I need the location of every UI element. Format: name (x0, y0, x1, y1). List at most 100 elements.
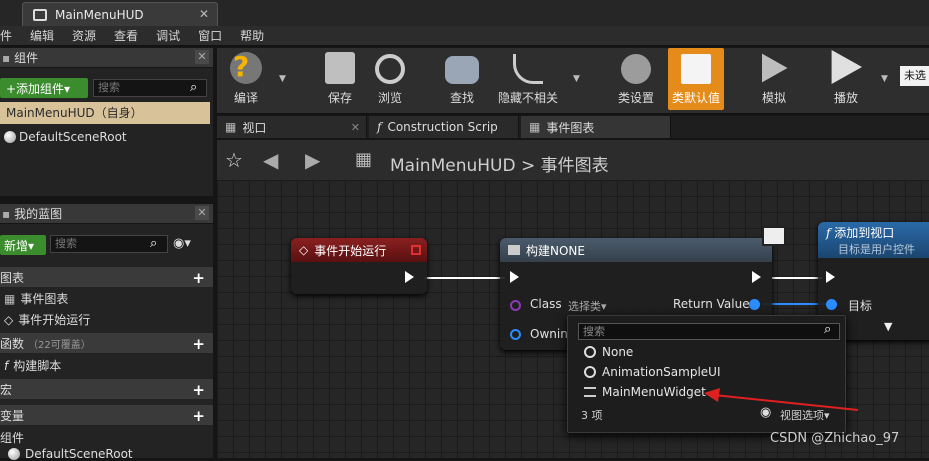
tab-construction-script[interactable]: f Construction Scrip (369, 116, 519, 138)
simulate-icon (762, 53, 788, 83)
binoculars-icon (445, 56, 479, 84)
exec-wire (425, 277, 505, 279)
class-select[interactable]: 选择类▾ (568, 298, 607, 314)
function-icon: f (377, 120, 382, 134)
browse-icon (375, 54, 405, 84)
item-label: 事件图表 (20, 292, 69, 306)
node-title-text: 添加到视口 (834, 226, 895, 240)
class-pin-icon[interactable] (510, 300, 521, 311)
window-tab[interactable]: MainMenuHUD ✕ (22, 2, 218, 26)
menu-edit[interactable]: 编辑 (21, 27, 63, 44)
components-subcategory[interactable]: 组件 (0, 429, 24, 446)
event-graph-item[interactable]: ▦ 事件图表 (4, 290, 68, 307)
toolbar: ? 编译 ▼ 保存 浏览 查找 隐藏不相关 ▼ 类设置 类默认值 模拟 播放 ▼ (217, 48, 929, 114)
star-icon[interactable]: ☆ (225, 148, 243, 172)
search-icon: ⌕ (824, 322, 832, 337)
save-button[interactable]: 保存 (317, 48, 363, 110)
category-graphs[interactable]: 图表 + (0, 267, 213, 287)
add-icon[interactable]: + (192, 269, 205, 287)
components-header: ▪ 组件 (0, 48, 213, 68)
category-macros[interactable]: 宏 + (0, 379, 213, 399)
target-pin-icon[interactable] (826, 299, 837, 310)
menu-asset[interactable]: 资源 (63, 27, 105, 44)
graph-icon: ▦ (355, 149, 373, 170)
chevron-down-icon[interactable]: ▼ (573, 74, 580, 84)
document-tabs: ▦ 视口 ✕ f Construction Scrip ▦ 事件图表 (217, 116, 929, 138)
my-blueprint-title: 我的蓝图 (14, 207, 63, 221)
scene-root-icon (8, 448, 20, 460)
checklist-icon (681, 54, 711, 84)
debug-object-select[interactable]: 未选 (900, 66, 929, 86)
owning-pin-icon[interactable] (510, 329, 521, 340)
menu-file[interactable]: 件 (0, 27, 21, 44)
class-settings-button[interactable]: 类设置 (611, 48, 661, 110)
menu-window[interactable]: 窗口 (189, 27, 231, 44)
self-component-row[interactable]: MainMenuHUD（自身） (0, 102, 210, 124)
simulate-button[interactable]: 模拟 (751, 48, 797, 110)
exec-out-pin[interactable] (752, 271, 761, 283)
blueprint-icon: ▪ (2, 206, 11, 221)
item-count: 3 项 (581, 409, 603, 422)
exec-out-pin[interactable] (405, 271, 414, 283)
category-functions[interactable]: 函数 （22可覆盖） + (0, 333, 213, 353)
item-label: DefaultSceneRoot (25, 447, 133, 461)
save-label: 保存 (327, 91, 352, 105)
return-pin-icon[interactable] (749, 299, 760, 310)
scene-root-icon (4, 131, 16, 143)
breadcrumb-root[interactable]: MainMenuHUD (390, 156, 516, 176)
menu-bar: 件 编辑 资源 查看 调试 窗口 帮助 (0, 26, 929, 46)
forward-arrow-icon[interactable]: ▶ (305, 148, 320, 172)
eye-icon[interactable]: ◉▾ (173, 236, 191, 251)
tab-label: 事件图表 (546, 120, 595, 135)
chevron-down-icon[interactable]: ▼ (279, 74, 286, 84)
tab-event-graph[interactable]: ▦ 事件图表 (521, 116, 671, 138)
class-defaults-button[interactable]: 类默认值 (668, 48, 724, 110)
class-search-input[interactable]: 搜索 (578, 323, 840, 340)
class-option-main-menu-widget[interactable]: MainMenuWidget (584, 385, 706, 399)
category-label: 函数 (0, 336, 25, 351)
node-header: ◇ 事件开始运行 (291, 238, 427, 262)
category-label: 宏 (0, 382, 13, 397)
add-icon[interactable]: + (192, 381, 205, 399)
begin-play-node[interactable]: ◇ 事件开始运行 (291, 238, 427, 294)
component-tree-item[interactable]: DefaultSceneRoot (4, 130, 127, 144)
blueprint-icon (33, 8, 47, 21)
function-icon: f (4, 358, 9, 373)
close-icon[interactable]: ✕ (195, 50, 209, 64)
item-label: 事件开始运行 (18, 313, 91, 327)
new-button[interactable]: 新增▾ (0, 235, 46, 255)
delegate-pin-icon[interactable] (411, 245, 421, 255)
back-arrow-icon[interactable]: ◀ (263, 148, 278, 172)
add-icon[interactable]: + (192, 335, 205, 353)
menu-help[interactable]: 帮助 (231, 27, 273, 44)
add-component-button[interactable]: +添加组件▾ (0, 78, 88, 98)
class-option-none[interactable]: None (584, 345, 633, 359)
class-settings-label: 类设置 (617, 91, 654, 105)
menu-debug[interactable]: 调试 (147, 27, 189, 44)
category-variables[interactable]: 变量 + (0, 405, 213, 425)
close-icon[interactable]: ✕ (195, 206, 209, 220)
chevron-down-icon[interactable]: ▼ (881, 74, 888, 84)
find-button[interactable]: 查找 (439, 48, 485, 110)
class-option-animation-sample-ui[interactable]: AnimationSampleUI (584, 365, 721, 379)
class-pin-label: Class (530, 297, 562, 311)
begin-play-item[interactable]: ◇ 事件开始运行 (4, 311, 90, 328)
return-pin-label: Return Value (673, 297, 750, 311)
exec-in-pin[interactable] (826, 271, 835, 283)
window-tab-title: MainMenuHUD (55, 7, 144, 22)
tab-viewport[interactable]: ▦ 视口 ✕ (217, 116, 367, 138)
construct-script-item[interactable]: f 构建脚本 (4, 357, 61, 374)
close-icon[interactable]: ✕ (199, 7, 209, 21)
browse-button[interactable]: 浏览 (367, 48, 413, 110)
exec-in-pin[interactable] (510, 271, 519, 283)
close-icon[interactable]: ✕ (351, 121, 360, 134)
expand-arrow-icon[interactable]: ▼ (884, 320, 892, 333)
menu-view[interactable]: 查看 (105, 27, 147, 44)
add-icon[interactable]: + (192, 407, 205, 425)
play-button[interactable]: 播放 (823, 48, 869, 110)
variable-item[interactable]: DefaultSceneRoot (8, 447, 133, 461)
compile-button[interactable]: ? 编译 (223, 48, 269, 110)
hide-unrelated-button[interactable]: 隐藏不相关 (495, 48, 561, 110)
simulate-label: 模拟 (761, 91, 786, 105)
compile-icon: ? (230, 50, 262, 84)
